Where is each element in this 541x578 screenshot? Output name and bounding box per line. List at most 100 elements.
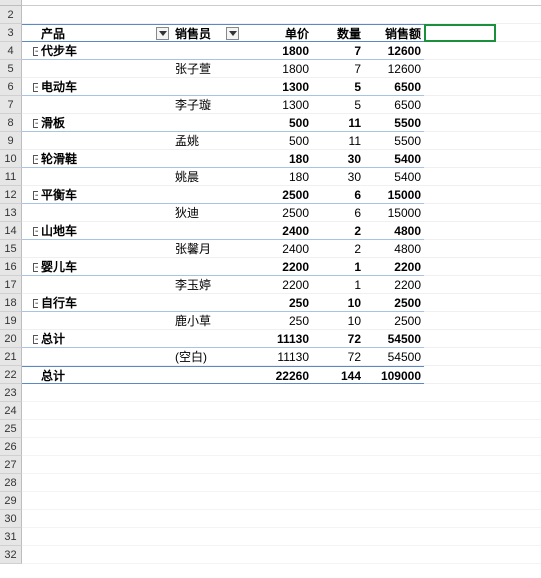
empty-cell[interactable] <box>38 402 172 420</box>
grand-total-sales[interactable]: 109000 <box>364 366 424 384</box>
empty-cell[interactable] <box>496 258 541 276</box>
empty-cell[interactable] <box>424 150 496 168</box>
empty-cell[interactable] <box>242 438 312 456</box>
empty-cell[interactable] <box>38 420 172 438</box>
pivot-price[interactable]: 2400 <box>242 240 312 258</box>
empty-cell[interactable] <box>496 456 541 474</box>
empty-cell[interactable] <box>424 492 496 510</box>
pivot-price[interactable]: 180 <box>242 150 312 168</box>
empty-cell[interactable] <box>496 366 541 384</box>
pivot-sales[interactable]: 15000 <box>364 186 424 204</box>
row-header[interactable]: 5 <box>0 60 22 78</box>
pivot-product[interactable] <box>38 60 172 78</box>
pivot-sales[interactable]: 2500 <box>364 294 424 312</box>
empty-cell[interactable] <box>496 60 541 78</box>
pivot-sales[interactable]: 54500 <box>364 330 424 348</box>
empty-cell[interactable] <box>172 402 242 420</box>
empty-cell[interactable] <box>424 168 496 186</box>
empty-cell[interactable] <box>496 222 541 240</box>
filter-dropdown-icon[interactable] <box>226 27 239 40</box>
empty-cell[interactable] <box>496 78 541 96</box>
pivot-sales[interactable]: 2200 <box>364 258 424 276</box>
row-header[interactable]: 6 <box>0 78 22 96</box>
grand-total-qty[interactable]: 144 <box>312 366 364 384</box>
row-header[interactable]: 25 <box>0 420 22 438</box>
empty-cell[interactable] <box>312 6 364 24</box>
empty-cell[interactable] <box>364 384 424 402</box>
empty-cell[interactable] <box>312 546 364 564</box>
row-header[interactable]: 8 <box>0 114 22 132</box>
pivot-sales[interactable]: 4800 <box>364 222 424 240</box>
empty-cell[interactable] <box>424 474 496 492</box>
empty-cell[interactable] <box>496 474 541 492</box>
empty-cell[interactable] <box>424 78 496 96</box>
empty-cell[interactable] <box>496 6 541 24</box>
row-header[interactable]: 17 <box>0 276 22 294</box>
pivot-product[interactable]: 自行车 <box>38 294 172 312</box>
empty-cell[interactable] <box>424 96 496 114</box>
row-header[interactable]: 9 <box>0 132 22 150</box>
empty-cell[interactable] <box>30 474 38 492</box>
empty-cell[interactable] <box>38 492 172 510</box>
empty-cell[interactable] <box>496 24 541 42</box>
empty-cell[interactable] <box>496 312 541 330</box>
empty-cell[interactable] <box>424 384 496 402</box>
pivot-seller[interactable] <box>172 186 242 204</box>
pivot-product[interactable] <box>38 204 172 222</box>
empty-cell[interactable] <box>30 528 38 546</box>
empty-cell[interactable] <box>496 240 541 258</box>
pivot-price[interactable]: 2200 <box>242 276 312 294</box>
pivot-product[interactable]: 电动车 <box>38 78 172 96</box>
pivot-qty[interactable]: 6 <box>312 204 364 222</box>
empty-cell[interactable] <box>496 348 541 366</box>
empty-cell[interactable] <box>30 384 38 402</box>
empty-cell[interactable] <box>364 474 424 492</box>
pivot-price[interactable]: 11130 <box>242 330 312 348</box>
filter-dropdown-icon[interactable] <box>156 27 169 40</box>
empty-cell[interactable] <box>424 366 496 384</box>
row-header[interactable]: 21 <box>0 348 22 366</box>
empty-cell[interactable] <box>30 402 38 420</box>
pivot-seller[interactable] <box>172 114 242 132</box>
empty-cell[interactable] <box>312 384 364 402</box>
pivot-qty[interactable]: 30 <box>312 150 364 168</box>
empty-cell[interactable] <box>364 546 424 564</box>
pivot-sales[interactable]: 6500 <box>364 96 424 114</box>
empty-cell[interactable] <box>172 492 242 510</box>
pivot-product[interactable]: 总计 <box>38 330 172 348</box>
pivot-seller[interactable]: 李玉婷 <box>172 276 242 294</box>
pivot-qty[interactable]: 1 <box>312 276 364 294</box>
empty-cell[interactable] <box>364 528 424 546</box>
pivot-product[interactable] <box>38 312 172 330</box>
pivot-seller[interactable] <box>172 330 242 348</box>
pivot-price[interactable]: 1800 <box>242 42 312 60</box>
empty-cell[interactable] <box>312 420 364 438</box>
pivot-qty[interactable]: 10 <box>312 312 364 330</box>
empty-cell[interactable] <box>424 510 496 528</box>
pivot-product[interactable] <box>38 276 172 294</box>
empty-cell[interactable] <box>312 474 364 492</box>
empty-cell[interactable] <box>172 546 242 564</box>
empty-cell[interactable] <box>364 402 424 420</box>
empty-cell[interactable] <box>22 492 30 510</box>
row-header[interactable]: 15 <box>0 240 22 258</box>
pivot-price[interactable]: 250 <box>242 312 312 330</box>
pivot-product[interactable]: 婴儿车 <box>38 258 172 276</box>
pivot-header-price[interactable]: 单价 <box>242 24 312 42</box>
empty-cell[interactable] <box>22 474 30 492</box>
pivot-qty[interactable]: 11 <box>312 132 364 150</box>
empty-cell[interactable] <box>424 330 496 348</box>
empty-cell[interactable] <box>424 204 496 222</box>
pivot-sales[interactable]: 5500 <box>364 132 424 150</box>
empty-cell[interactable] <box>496 420 541 438</box>
pivot-product[interactable] <box>38 240 172 258</box>
row-header[interactable]: 26 <box>0 438 22 456</box>
pivot-price[interactable]: 2200 <box>242 258 312 276</box>
row-header[interactable]: 23 <box>0 384 22 402</box>
empty-cell[interactable] <box>424 312 496 330</box>
empty-cell[interactable] <box>364 438 424 456</box>
pivot-seller[interactable] <box>172 42 242 60</box>
pivot-qty[interactable]: 72 <box>312 330 364 348</box>
grand-total-label[interactable]: 总计 <box>38 366 172 384</box>
pivot-price[interactable]: 250 <box>242 294 312 312</box>
